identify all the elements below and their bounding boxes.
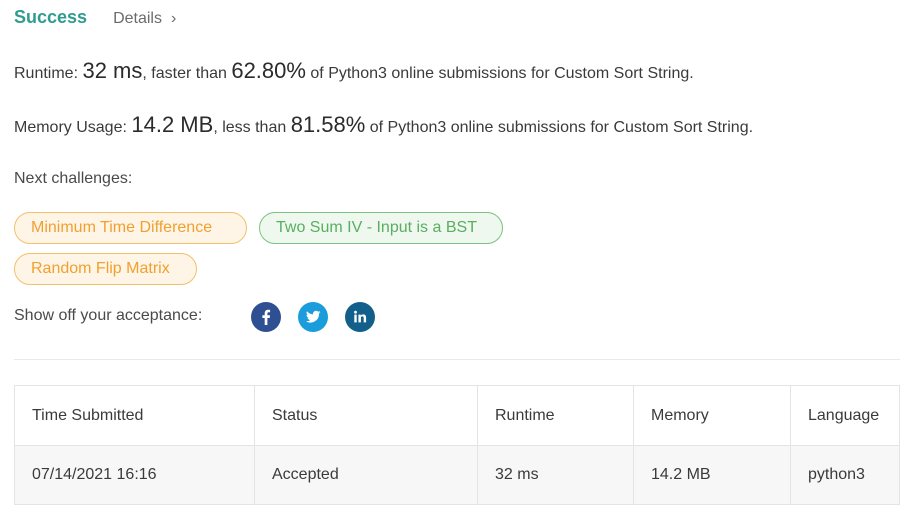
section-divider [14, 359, 900, 360]
cell-runtime: 32 ms [477, 445, 634, 505]
column-header-runtime: Runtime [477, 385, 634, 446]
result-header: Success Details › [14, 7, 176, 31]
runtime-label: Runtime: [14, 65, 83, 82]
memory-summary: Memory Usage: 14.2 MB, less than 81.58% … [14, 112, 753, 138]
cell-memory: 14.2 MB [633, 445, 791, 505]
table-row: 07/14/2021 16:16 Accepted 32 ms 14.2 MB … [14, 445, 900, 505]
result-status-title: Success [14, 7, 88, 27]
runtime-value: 32 ms [82, 58, 143, 83]
runtime-tail-text: of Python3 online submissions for Custom… [305, 65, 694, 82]
memory-value: 14.2 MB [131, 112, 214, 137]
column-header-time-submitted: Time Submitted [14, 385, 255, 446]
cell-language: python3 [790, 445, 900, 505]
challenge-tag-two-sum-iv[interactable]: Two Sum IV - Input is a BST [259, 212, 503, 244]
column-header-language: Language [790, 385, 900, 446]
column-header-memory: Memory [633, 385, 791, 446]
details-label: Details [113, 10, 162, 27]
cell-status-link[interactable]: Accepted [254, 445, 478, 505]
memory-mid-text: , less than [213, 119, 291, 136]
facebook-icon[interactable] [251, 302, 281, 332]
submissions-table: Time Submitted Status Runtime Memory Lan… [14, 385, 900, 505]
runtime-percent: 62.80% [231, 58, 306, 83]
table-header-row: Time Submitted Status Runtime Memory Lan… [14, 385, 900, 446]
details-link[interactable]: Details › [113, 10, 176, 28]
chevron-right-icon: › [170, 10, 177, 27]
runtime-summary: Runtime: 32 ms, faster than 62.80% of Py… [14, 58, 694, 84]
runtime-mid-text: , faster than [142, 65, 232, 82]
linkedin-icon[interactable] [345, 302, 375, 332]
column-header-status: Status [254, 385, 478, 446]
challenge-tag-minimum-time-difference[interactable]: Minimum Time Difference [14, 212, 247, 244]
memory-tail-text: of Python3 online submissions for Custom… [365, 119, 754, 136]
memory-label: Memory Usage: [14, 119, 132, 136]
share-label: Show off your acceptance: [14, 307, 203, 324]
challenge-tag-random-flip-matrix[interactable]: Random Flip Matrix [14, 253, 197, 285]
cell-time-submitted: 07/14/2021 16:16 [14, 445, 255, 505]
memory-percent: 81.58% [290, 112, 366, 137]
twitter-icon[interactable] [298, 302, 328, 332]
next-challenges-label: Next challenges: [14, 170, 133, 187]
